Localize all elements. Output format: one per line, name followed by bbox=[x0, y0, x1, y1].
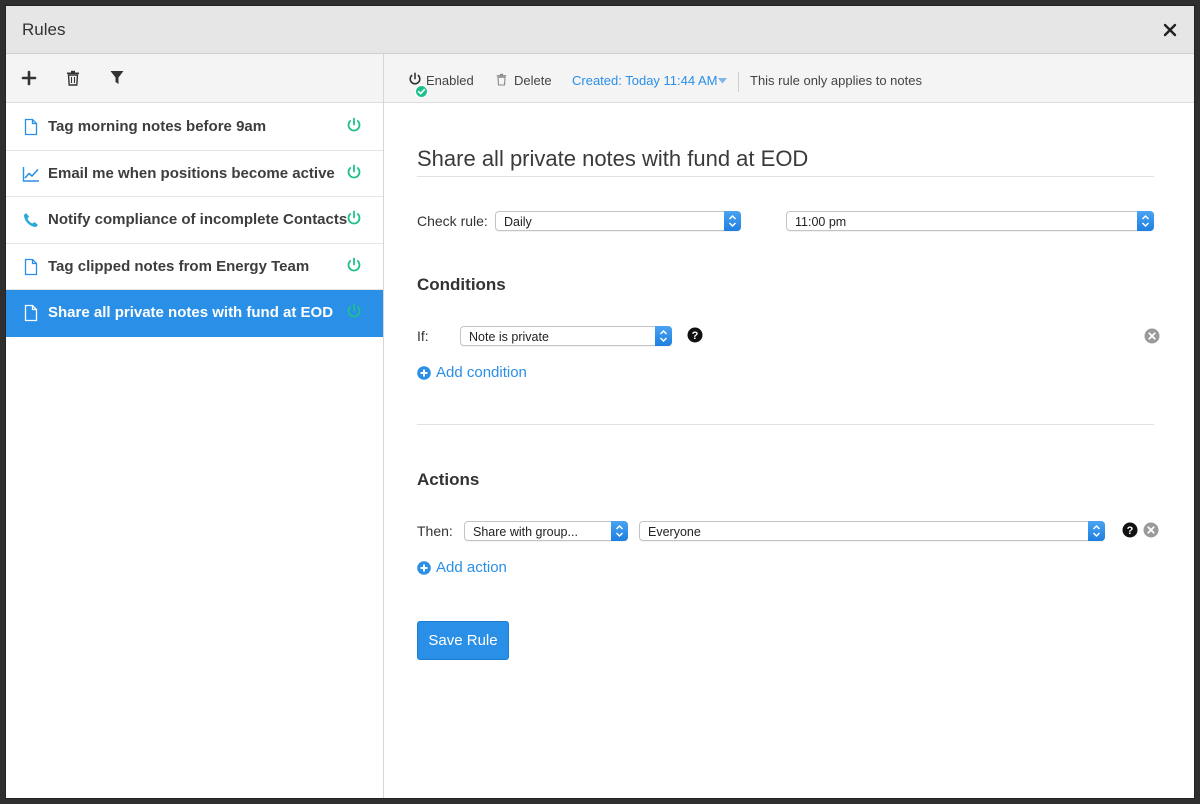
created-label: Created: Today 11:44 AM bbox=[572, 73, 718, 88]
delete-label: Delete bbox=[514, 73, 552, 88]
power-icon[interactable] bbox=[346, 210, 362, 226]
rule-list-item[interactable]: Email me when positions become active bbox=[6, 151, 383, 197]
plus-circle-icon bbox=[417, 366, 431, 380]
trash-icon bbox=[496, 73, 507, 86]
document-icon bbox=[24, 304, 38, 322]
select-stepper-icon bbox=[655, 326, 672, 346]
svg-text:?: ? bbox=[1127, 525, 1134, 537]
select-stepper-icon bbox=[1088, 521, 1105, 541]
add-condition-label: Add condition bbox=[436, 364, 527, 381]
phone-icon bbox=[24, 213, 38, 227]
then-label: Then: bbox=[417, 523, 453, 539]
rules-sidebar: Tag morning notes before 9am Email me wh… bbox=[6, 54, 384, 798]
select-stepper-icon bbox=[724, 211, 741, 231]
add-rule-button[interactable] bbox=[21, 70, 39, 88]
action-value: Share with group... bbox=[473, 525, 578, 539]
modal-header: Rules bbox=[6, 6, 1194, 54]
rule-label: Email me when positions become active bbox=[48, 164, 335, 182]
caret-down-icon bbox=[718, 78, 727, 84]
power-icon[interactable] bbox=[346, 117, 362, 133]
rule-label: Tag morning notes before 9am bbox=[48, 118, 267, 135]
filter-icon bbox=[110, 71, 124, 84]
rules-modal: Rules Tag morning notes before 9am Email… bbox=[6, 6, 1194, 798]
rule-label: Notify compliance of incomplete Contacts bbox=[48, 211, 348, 228]
plus-icon bbox=[21, 70, 37, 86]
help-icon[interactable]: ? bbox=[687, 327, 703, 343]
select-stepper-icon bbox=[1137, 211, 1154, 231]
frequency-select[interactable]: Daily bbox=[495, 211, 741, 231]
if-label: If: bbox=[417, 328, 429, 344]
svg-text:?: ? bbox=[692, 330, 699, 342]
close-button[interactable] bbox=[1160, 20, 1180, 40]
check-rule-label: Check rule: bbox=[417, 213, 488, 229]
rule-list-item-active[interactable]: Share all private notes with fund at EOD bbox=[6, 290, 383, 337]
created-dropdown[interactable]: Created: Today 11:44 AM bbox=[572, 73, 732, 91]
rule-list-item[interactable]: Notify compliance of incomplete Contacts bbox=[6, 197, 383, 244]
rule-editor: Enabled Delete Created: Today 11:44 AM T… bbox=[384, 54, 1194, 798]
rule-list: Tag morning notes before 9am Email me wh… bbox=[6, 104, 383, 337]
save-rule-button[interactable]: Save Rule bbox=[417, 621, 509, 660]
title-underline bbox=[417, 176, 1154, 177]
condition-value: Note is private bbox=[469, 330, 549, 344]
sidebar-toolbar bbox=[6, 54, 383, 103]
rule-list-item[interactable]: Tag clipped notes from Energy Team bbox=[6, 244, 383, 290]
power-icon[interactable] bbox=[346, 164, 362, 180]
close-icon bbox=[1163, 23, 1177, 37]
rule-label: Share all private notes with fund at EOD bbox=[48, 304, 334, 321]
action-select[interactable]: Share with group... bbox=[464, 521, 628, 541]
document-icon bbox=[24, 258, 38, 275]
remove-condition-icon[interactable] bbox=[1144, 328, 1160, 344]
rule-list-item[interactable]: Tag morning notes before 9am bbox=[6, 104, 383, 151]
scope-note: This rule only applies to notes bbox=[750, 73, 922, 88]
editor-toolbar: Enabled Delete Created: Today 11:44 AM T… bbox=[384, 54, 1194, 103]
power-icon bbox=[409, 72, 421, 85]
target-select[interactable]: Everyone bbox=[639, 521, 1105, 541]
select-stepper-icon bbox=[611, 521, 628, 541]
help-icon[interactable]: ? bbox=[1122, 522, 1138, 538]
remove-action-icon[interactable] bbox=[1143, 522, 1159, 538]
rule-label: Tag clipped notes from Energy Team bbox=[48, 257, 310, 275]
section-divider bbox=[417, 424, 1154, 425]
power-icon[interactable] bbox=[346, 303, 362, 319]
toolbar-separator bbox=[738, 72, 739, 92]
time-value: 11:00 pm bbox=[795, 215, 847, 229]
modal-title: Rules bbox=[22, 20, 66, 39]
frequency-value: Daily bbox=[504, 215, 532, 229]
filter-rules-button[interactable] bbox=[110, 70, 128, 88]
document-icon bbox=[24, 118, 38, 136]
time-select[interactable]: 11:00 pm bbox=[786, 211, 1154, 231]
power-icon[interactable] bbox=[346, 257, 362, 273]
target-value: Everyone bbox=[648, 525, 701, 539]
enabled-toggle[interactable]: Enabled bbox=[406, 68, 478, 100]
delete-button[interactable]: Delete bbox=[496, 73, 558, 91]
add-action-label: Add action bbox=[436, 559, 507, 576]
conditions-heading: Conditions bbox=[417, 275, 506, 294]
rule-title: Share all private notes with fund at EOD bbox=[417, 146, 809, 171]
delete-rule-button[interactable] bbox=[66, 70, 84, 88]
plus-circle-icon bbox=[417, 561, 431, 575]
trash-icon bbox=[67, 70, 79, 86]
enabled-label: Enabled bbox=[426, 73, 474, 88]
condition-select[interactable]: Note is private bbox=[460, 326, 672, 346]
line-chart-icon bbox=[22, 166, 39, 182]
actions-heading: Actions bbox=[417, 470, 480, 489]
